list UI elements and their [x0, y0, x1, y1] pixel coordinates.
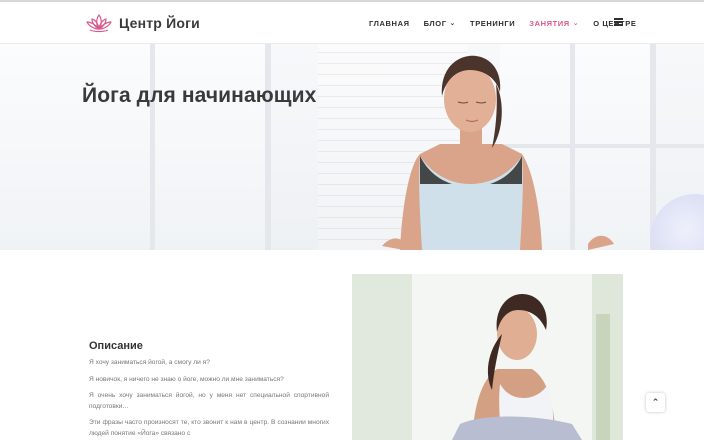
site-header: Центр Йоги ГЛАВНАЯ БЛОГ ⌄ ТРЕНИНГИ ЗАНЯТ… [0, 2, 704, 44]
yoga-photo [352, 274, 623, 440]
section-title: Описание [89, 340, 143, 352]
main-content: Описание Я хочу заниматься йогой, а смог… [0, 250, 704, 440]
scroll-to-top-button[interactable]: ⌃ [646, 393, 665, 412]
chevron-down-icon: ⌄ [449, 19, 457, 27]
nav-item-label: ЗАНЯТИЯ [529, 18, 570, 28]
hamburger-icon[interactable] [614, 18, 623, 26]
nav-item-classes[interactable]: ЗАНЯТИЯ ⌄ [529, 19, 579, 28]
brand-name: Центр Йоги [119, 15, 200, 31]
hero-banner: Йога для начинающих [0, 44, 704, 250]
window-frame [150, 44, 155, 250]
nav-item-home[interactable]: ГЛАВНАЯ [369, 19, 410, 28]
chevron-down-icon: ⌄ [572, 19, 580, 27]
paragraph: Я очень хочу заниматься йогой, но у меня… [89, 392, 329, 410]
nav-item-trainings[interactable]: ТРЕНИНГИ [470, 19, 515, 28]
nav-item-label: БЛОГ [423, 18, 447, 28]
nav-item-label: ТРЕНИНГИ [470, 18, 516, 28]
lotus-icon [86, 13, 112, 33]
description-section: Описание Я хочу заниматься йогой, а смог… [89, 340, 329, 440]
meditating-woman-image [382, 55, 614, 250]
page-title: Йога для начинающих [82, 84, 317, 107]
chevron-up-icon: ⌃ [651, 397, 660, 407]
logo[interactable]: Центр Йоги [86, 11, 200, 35]
window-background [155, 44, 265, 250]
nav-item-label: ГЛАВНАЯ [369, 18, 410, 28]
fitness-ball [650, 194, 704, 250]
paragraph: Я хочу заниматься йогой, а смогу ли я? [89, 359, 210, 366]
paragraph: Я новичок, я ничего не знаю о йоге, можн… [89, 375, 284, 383]
nav-item-blog[interactable]: БЛОГ ⌄ [424, 19, 456, 28]
window-background [0, 44, 150, 250]
main-nav: ГЛАВНАЯ БЛОГ ⌄ ТРЕНИНГИ ЗАНЯТИЯ ⌄ О ЦЕНТ… [369, 2, 650, 44]
paragraph: Эти фразы часто произносят те, кто звони… [89, 419, 329, 437]
